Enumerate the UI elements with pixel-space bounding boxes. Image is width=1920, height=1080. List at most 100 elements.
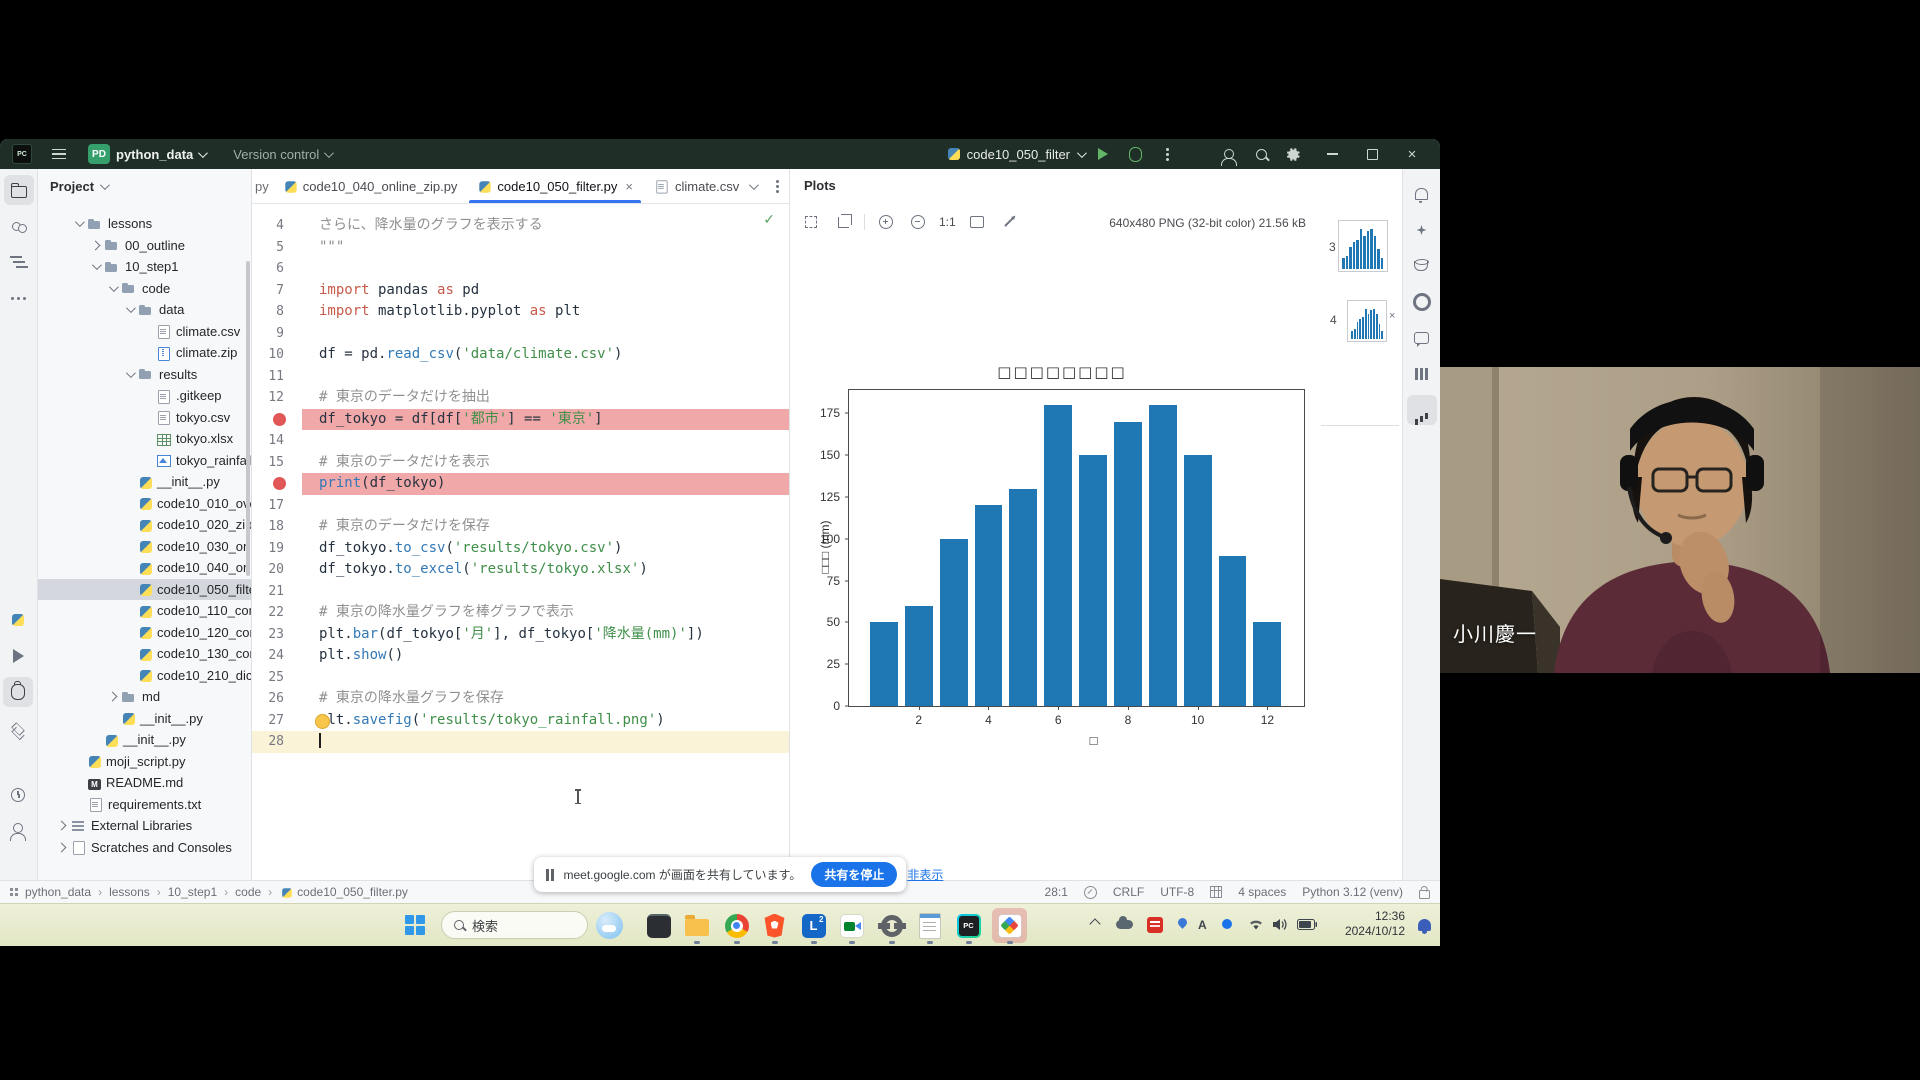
start-button[interactable]	[405, 915, 425, 935]
tree-item[interactable]: climate.csv	[38, 321, 251, 343]
stop-sharing-button[interactable]: 共有を停止	[811, 862, 897, 887]
layout-icon[interactable]	[10, 888, 13, 891]
tree-item[interactable]: moji_script.py	[38, 751, 251, 773]
gutter-line-22[interactable]: 22	[252, 602, 302, 624]
tree-item[interactable]: __init__.py	[38, 471, 251, 493]
breadcrumb-item[interactable]: 10_step1	[168, 885, 217, 899]
tree-item[interactable]: .gitkeep	[38, 385, 251, 407]
gutter-line-15[interactable]: 15	[252, 452, 302, 474]
tool-project-button[interactable]	[4, 175, 34, 205]
gutter-line-23[interactable]: 23	[252, 624, 302, 646]
tool-ai-assistant-button[interactable]	[1407, 215, 1437, 245]
chevron-right-icon[interactable]	[52, 822, 70, 829]
gutter-line-20[interactable]: 20	[252, 559, 302, 581]
file-encoding[interactable]: UTF-8	[1160, 885, 1194, 899]
gutter-line-16[interactable]	[252, 473, 302, 495]
tree-item[interactable]: md	[38, 686, 251, 708]
breadcrumb-item[interactable]: python_data	[25, 885, 91, 899]
taskbar-brave-icon[interactable]	[761, 912, 788, 939]
edit-mode-icon[interactable]	[1084, 886, 1097, 899]
taskbar-search[interactable]: 検索	[441, 911, 588, 939]
tree-item[interactable]: 00_outline	[38, 235, 251, 257]
code-line-6[interactable]: 6	[252, 258, 789, 280]
tree-item[interactable]: code10_110_compare	[38, 600, 251, 622]
code-line-14[interactable]: 14	[252, 430, 789, 452]
notification-center-button[interactable]	[1418, 916, 1431, 934]
tree-item[interactable]: tokyo.csv	[38, 407, 251, 429]
code-line-8[interactable]: 8import matplotlib.pyplot as plt	[252, 301, 789, 323]
chevron-down-icon[interactable]	[749, 180, 759, 190]
tool-notifications-button[interactable]	[1407, 179, 1437, 209]
gutter-line-17[interactable]: 17	[252, 495, 302, 517]
minimize-button[interactable]	[1312, 140, 1352, 168]
chevron-right-icon[interactable]	[52, 844, 70, 851]
code-line-24[interactable]: 24plt.show()	[252, 645, 789, 667]
weather-widget[interactable]	[596, 912, 623, 939]
gutter-line-10[interactable]: 10	[252, 344, 302, 366]
tree-item[interactable]: MREADME.md	[38, 772, 251, 794]
tool-run-button[interactable]	[3, 641, 33, 671]
kebab-icon[interactable]	[776, 185, 779, 188]
close-button[interactable]: ×	[1392, 140, 1432, 168]
tree-item[interactable]: data	[38, 299, 251, 321]
code-area[interactable]: 4さらに、降水量のグラフを表示する5"""67import pandas as …	[252, 204, 789, 753]
run-configuration-widget[interactable]: code10_050_filter	[948, 147, 1084, 162]
volume-indicator[interactable]	[1272, 918, 1287, 934]
gutter-line-28[interactable]: 28	[252, 731, 302, 753]
gutter-line-6[interactable]: 6	[252, 258, 302, 280]
tab-code10-040-online-zip-py[interactable]: code10_040_online_zip.py	[273, 169, 468, 203]
taskbar-clock[interactable]: 12:36 2024/10/12	[1345, 909, 1405, 939]
taskbar-settings-icon[interactable]	[878, 912, 905, 939]
line-separator[interactable]: CRLF	[1113, 885, 1144, 899]
gutter-line-5[interactable]: 5	[252, 237, 302, 259]
tool-more-tools-button[interactable]	[4, 283, 34, 313]
taskbar-notepad-icon[interactable]	[916, 912, 943, 939]
maximize-button[interactable]	[1352, 140, 1392, 168]
tree-item[interactable]: code	[38, 278, 251, 300]
debug-button[interactable]	[1122, 142, 1148, 166]
intention-bulb-icon[interactable]	[315, 714, 330, 729]
tree-item[interactable]: code10_020_zip.py	[38, 514, 251, 536]
code-line-7[interactable]: 7import pandas as pd	[252, 280, 789, 302]
python-interpreter[interactable]: Python 3.12 (venv)	[1302, 885, 1403, 899]
gutter-line-25[interactable]: 25	[252, 667, 302, 689]
gutter-line-26[interactable]: 26	[252, 688, 302, 710]
wifi-indicator[interactable]	[1248, 919, 1264, 934]
onedrive-icon[interactable]	[1116, 916, 1133, 932]
taskbar-photos-icon[interactable]	[996, 912, 1023, 939]
tool-database-button[interactable]	[1407, 251, 1437, 281]
tree-item[interactable]: 10_step1	[38, 256, 251, 278]
gutter-line-19[interactable]: 19	[252, 538, 302, 560]
tool-debug-button[interactable]	[3, 677, 33, 707]
code-line-20[interactable]: 20df_tokyo.to_excel('results/tokyo.xlsx'…	[252, 559, 789, 581]
chevron-down-icon[interactable]	[86, 263, 104, 270]
breakpoint-icon[interactable]	[273, 477, 286, 490]
code-line-9[interactable]: 9	[252, 323, 789, 345]
taskbar-file-explorer-icon[interactable]	[683, 912, 710, 939]
fit-zoom-button[interactable]	[800, 211, 822, 233]
project-name-widget[interactable]: python_data	[116, 147, 205, 162]
thumbnail-close-icon[interactable]: ×	[1389, 310, 1395, 322]
settings-button[interactable]	[1280, 142, 1306, 166]
taskbar-line-app-icon[interactable]: L2	[800, 912, 827, 939]
code-line-22[interactable]: 22# 東京の降水量グラフを棒グラフで表示	[252, 602, 789, 624]
code-line-11[interactable]: 11	[252, 366, 789, 388]
tree-item[interactable]: code10_120_compare	[38, 622, 251, 644]
code-line-12[interactable]: 12# 東京のデータだけを抽出	[252, 387, 789, 409]
tree-item[interactable]: results	[38, 364, 251, 386]
tray-app-icon[interactable]	[1147, 917, 1163, 936]
tree-item[interactable]: requirements.txt	[38, 794, 251, 816]
unlocked-icon[interactable]	[1419, 890, 1430, 899]
tool-account-button[interactable]	[3, 816, 33, 846]
breadcrumb-item[interactable]: code10_050_filter.py	[279, 885, 408, 899]
tab-close-icon[interactable]: ×	[625, 179, 633, 194]
crop-button[interactable]	[832, 211, 854, 233]
breadcrumb-item[interactable]: code	[235, 885, 261, 899]
tool-services-button[interactable]	[3, 713, 33, 743]
tool-coverage-button[interactable]	[1407, 287, 1437, 317]
tool-plots-button[interactable]	[1407, 395, 1437, 425]
taskbar-pycharm-icon[interactable]: PC	[955, 912, 982, 939]
zoom-out-button[interactable]	[907, 211, 929, 233]
taskbar-google-meet-icon[interactable]	[838, 912, 865, 939]
code-line-19[interactable]: 19df_tokyo.to_csv('results/tokyo.csv')	[252, 538, 789, 560]
